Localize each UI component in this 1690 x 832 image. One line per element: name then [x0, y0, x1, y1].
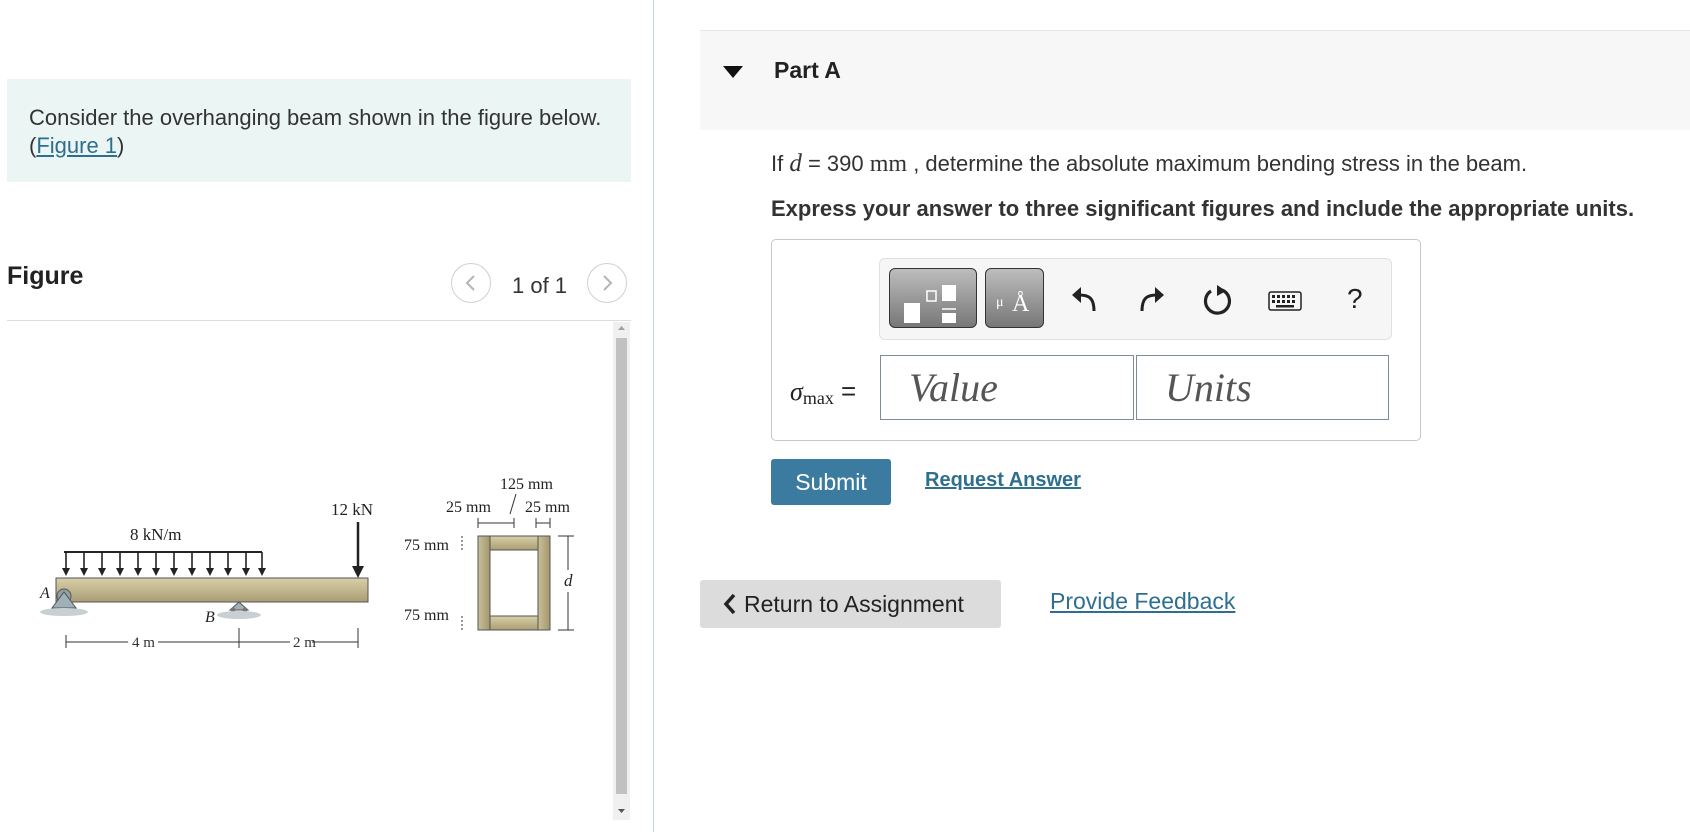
- provide-feedback-link[interactable]: Provide Feedback: [1050, 588, 1235, 615]
- keyboard-icon[interactable]: [1268, 291, 1302, 311]
- math-toolbar: μ Å ?: [879, 258, 1392, 340]
- units-input[interactable]: [1136, 355, 1389, 420]
- support-a-label: A: [39, 585, 50, 602]
- redo-icon[interactable]: [1136, 285, 1166, 313]
- caret-down-icon[interactable]: [723, 66, 743, 80]
- distributed-load-label: 8 kN/m: [130, 525, 181, 544]
- templates-button[interactable]: [889, 268, 977, 328]
- next-figure-button[interactable]: [587, 263, 627, 303]
- beam-figure: 8 kN/m 12 kN A B 4 m 2 m 125 mm 25 mm 25…: [39, 476, 574, 651]
- previous-figure-button[interactable]: [451, 263, 491, 303]
- part-header: [700, 31, 1690, 130]
- beam: [55, 577, 369, 603]
- depth-label: d: [564, 571, 573, 590]
- part-title: Part A: [774, 57, 841, 83]
- figure-scrollbar-thumb[interactable]: [616, 338, 627, 794]
- flange-right-label: 25 mm: [525, 499, 570, 516]
- templates-icon: [904, 285, 956, 323]
- span-1-label: 4 m: [132, 635, 155, 651]
- figure-link[interactable]: Figure 1: [36, 133, 117, 158]
- figure-pager: 1 of 1: [512, 273, 568, 298]
- question-text: If d = 390 mm , determine the absolute m…: [771, 150, 1528, 177]
- scroll-up-icon[interactable]: [616, 323, 627, 333]
- return-to-assignment-button[interactable]: Return to Assignment: [700, 580, 1001, 628]
- submit-button[interactable]: Submit: [771, 459, 891, 505]
- pane-divider[interactable]: [653, 0, 654, 832]
- chevron-left-icon: [723, 593, 736, 615]
- figure-divider: [7, 320, 631, 321]
- sigma-max-label: σmax =: [790, 376, 857, 408]
- span-2-label: 2 m: [293, 635, 316, 651]
- reset-icon[interactable]: [1202, 285, 1234, 317]
- chevron-right-icon: [603, 275, 613, 291]
- variable-d: d: [789, 150, 802, 177]
- distributed-load-arrows: [65, 552, 263, 570]
- value-input[interactable]: [880, 355, 1134, 420]
- return-label: Return to Assignment: [744, 590, 964, 617]
- symbols-button[interactable]: μ Å: [985, 268, 1044, 328]
- section-width-label: 125 mm: [500, 476, 553, 493]
- height-bottom-label: 75 mm: [404, 607, 449, 624]
- help-icon[interactable]: ?: [1347, 283, 1363, 315]
- point-load-label: 12 kN: [331, 500, 373, 519]
- figure-title: Figure: [7, 262, 84, 290]
- request-answer-link[interactable]: Request Answer: [925, 469, 1081, 492]
- chevron-left-icon: [465, 275, 475, 291]
- symbols-icon: μ: [996, 295, 1004, 310]
- question-unit: mm: [869, 151, 908, 177]
- undo-icon[interactable]: [1070, 285, 1100, 313]
- intro-close: ): [117, 133, 125, 158]
- scroll-down-icon[interactable]: [616, 806, 627, 816]
- answer-instruction: Express your answer to three significant…: [771, 196, 1635, 221]
- problem-intro: Consider the overhanging beam shown in t…: [7, 79, 631, 182]
- flange-left-label: 25 mm: [446, 499, 491, 516]
- height-top-label: 75 mm: [404, 537, 449, 554]
- support-b-label: B: [205, 609, 215, 626]
